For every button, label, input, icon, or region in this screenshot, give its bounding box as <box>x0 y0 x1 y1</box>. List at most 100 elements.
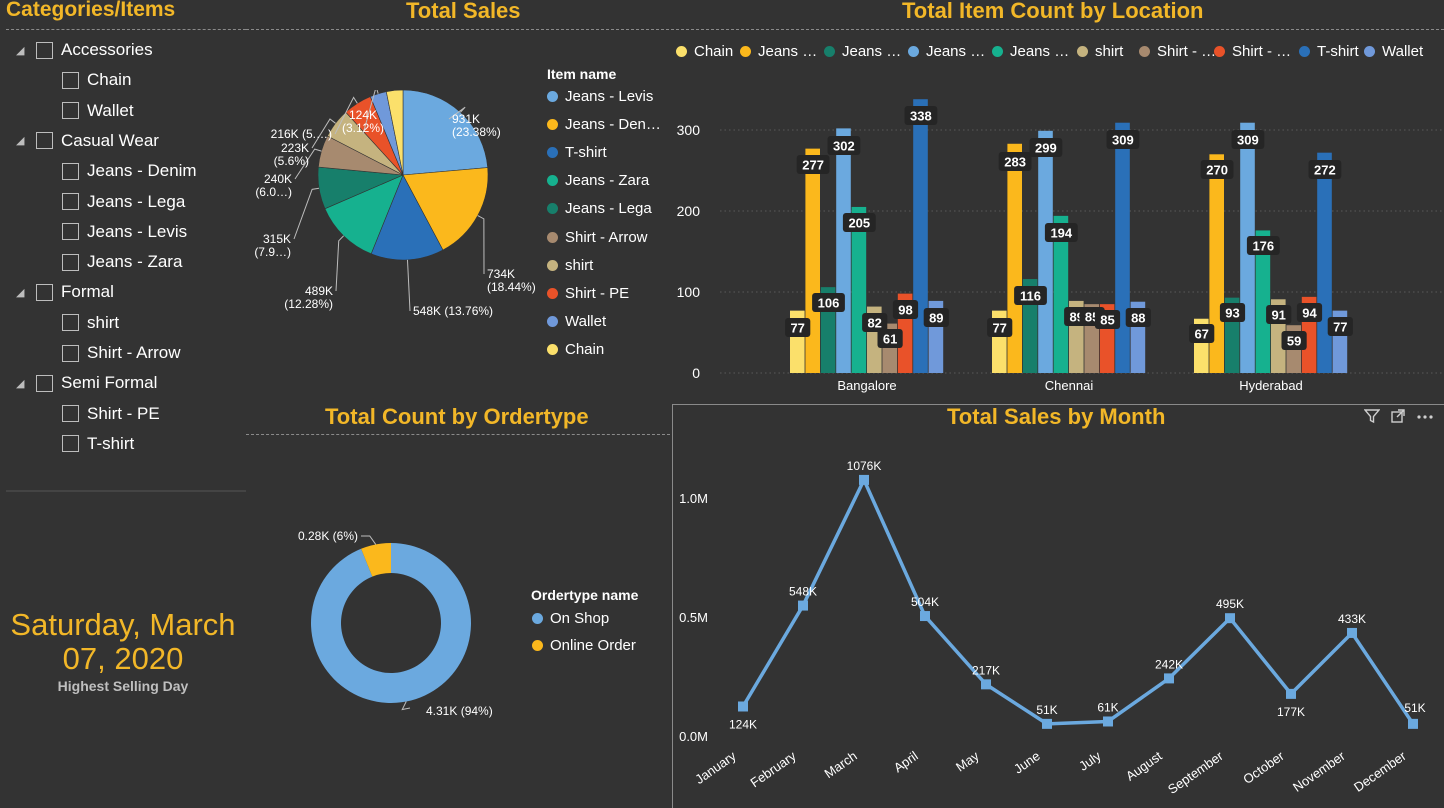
legend-label: Jeans - Lega <box>565 200 652 218</box>
bar-bangalore-jeans-levis <box>836 128 851 373</box>
legend-item-jeans-lega[interactable]: Jeans - Lega <box>547 200 652 217</box>
bar-data-label: 277 <box>802 158 824 173</box>
slicer-item-label: Shirt - Arrow <box>87 343 181 362</box>
line-x-tick-label: September <box>1165 748 1226 797</box>
line-marker-september <box>1225 613 1235 624</box>
legend-item-wallet[interactable]: Wallet <box>1364 43 1423 60</box>
legend-label: T-shirt <box>1317 43 1359 60</box>
checkbox[interactable] <box>36 132 53 150</box>
slicer-group-semi-formal[interactable]: ◢ Semi Formal <box>16 371 157 395</box>
line-y-tick-label: 0.5M <box>679 610 708 625</box>
legend-item-jeans[interactable]: Jeans … <box>740 43 817 60</box>
legend-marker <box>547 147 558 159</box>
legend-item-shirt-arrow[interactable]: Shirt - Arrow <box>547 229 648 246</box>
slicer-item-shirt-pe[interactable]: Shirt - PE <box>62 402 160 426</box>
legend-marker <box>532 640 543 651</box>
legend-marker <box>740 46 751 57</box>
checkbox[interactable] <box>62 102 79 120</box>
checkbox[interactable] <box>62 162 79 180</box>
bar-data-label: 176 <box>1252 239 1274 254</box>
bar-data-label: 116 <box>1020 289 1041 304</box>
checkbox[interactable] <box>62 193 79 210</box>
legend-label: Jeans … <box>842 43 902 60</box>
legend-marker <box>992 46 1003 57</box>
legend-item-wallet[interactable]: Wallet <box>547 313 606 330</box>
slicer-item-jeans-denim[interactable]: Jeans - Denim <box>62 159 197 183</box>
bar-data-label: 338 <box>910 109 932 124</box>
line-x-tick-label: June <box>1011 748 1043 776</box>
checkbox[interactable] <box>62 314 79 332</box>
legend-item-jeans-levis[interactable]: Jeans - Levis <box>547 88 653 105</box>
checkbox[interactable] <box>36 283 53 301</box>
slicer-item-t-shirt[interactable]: T-shirt <box>62 432 134 456</box>
slicer-group-casual-wear[interactable]: ◢ Casual Wear <box>16 129 159 153</box>
slicer-group-formal[interactable]: ◢ Formal <box>16 280 114 304</box>
checkbox[interactable] <box>36 374 53 392</box>
checkbox[interactable] <box>62 435 79 453</box>
donut-data-label: 4.31K (94%) <box>426 704 493 718</box>
expand-collapse-icon[interactable]: ◢ <box>16 286 28 299</box>
bar-chennai-jeans-levis <box>1038 130 1053 373</box>
legend-item-shirt-pe[interactable]: Shirt - PE <box>547 285 629 302</box>
line-title: Total Sales by Month <box>947 404 1166 429</box>
slicer-item-jeans-zara[interactable]: Jeans - Zara <box>62 250 182 274</box>
legend-item-jeans-den[interactable]: Jeans - Den… <box>547 116 661 133</box>
legend-item-shirt[interactable]: Shirt - … <box>1214 43 1291 60</box>
legend-item-chain[interactable]: Chain <box>676 43 733 60</box>
bar-data-label: 272 <box>1314 163 1336 178</box>
slicer-item-chain[interactable]: Chain <box>62 68 131 92</box>
more-options-icon[interactable] <box>1416 408 1434 428</box>
legend-item-shirt[interactable]: Shirt - … <box>1139 43 1216 60</box>
expand-collapse-icon[interactable]: ◢ <box>16 134 28 147</box>
bar-y-tick-label: 100 <box>677 284 701 300</box>
legend-item-jeans[interactable]: Jeans … <box>908 43 985 60</box>
card-date-line1: Saturday, March <box>10 607 236 642</box>
checkbox[interactable] <box>62 344 79 362</box>
line-x-tick-label: January <box>692 748 739 787</box>
slicer-group-label: Formal <box>61 282 114 302</box>
legend-marker <box>547 287 558 299</box>
checkbox[interactable] <box>62 253 79 271</box>
slicer-item-jeans-levis[interactable]: Jeans - Levis <box>62 220 187 244</box>
legend-item-jeans-zara[interactable]: Jeans - Zara <box>547 172 649 189</box>
line-marker-march <box>859 474 869 485</box>
legend-marker <box>1299 46 1310 57</box>
legend-item-jeans[interactable]: Jeans … <box>992 43 1069 60</box>
checkbox[interactable] <box>62 405 79 423</box>
line-x-tick-label: March <box>822 748 860 781</box>
checkbox[interactable] <box>62 71 79 89</box>
expand-collapse-icon[interactable]: ◢ <box>16 44 28 57</box>
line-marker-december <box>1408 718 1418 729</box>
legend-label: Jeans … <box>1010 43 1070 60</box>
focus-mode-icon[interactable] <box>1390 408 1406 428</box>
legend-marker <box>1214 46 1225 57</box>
donut-legend-title: Ordertype name <box>531 587 639 603</box>
slicer-item-wallet[interactable]: Wallet <box>62 99 134 123</box>
legend-item-on-shop[interactable]: On Shop <box>532 610 609 627</box>
slicer-group-accessories[interactable]: ◢ Accessories <box>16 38 153 62</box>
legend-item-shirt[interactable]: shirt <box>1077 43 1123 60</box>
slicer-item-shirt-arrow[interactable]: Shirt - Arrow <box>62 341 181 365</box>
expand-collapse-icon[interactable]: ◢ <box>16 377 28 390</box>
bar-title: Total Item Count by Location <box>902 0 1204 23</box>
slicer-item-shirt[interactable]: shirt <box>62 311 119 335</box>
checkbox[interactable] <box>62 223 79 241</box>
pie-leader-line <box>293 187 320 240</box>
filter-icon[interactable] <box>1363 408 1381 428</box>
legend-item-shirt[interactable]: shirt <box>547 257 593 274</box>
legend-item-t-shirt[interactable]: T-shirt <box>1299 43 1359 60</box>
bar-data-label: 59 <box>1287 334 1301 349</box>
legend-item-jeans[interactable]: Jeans … <box>824 43 901 60</box>
bar-data-label: 302 <box>833 139 855 154</box>
legend-item-t-shirt[interactable]: T-shirt <box>547 144 607 161</box>
line-data-label: 242K <box>1155 657 1183 671</box>
slicer-bottom-border <box>6 490 246 492</box>
slicer-item-jeans-lega[interactable]: Jeans - Lega <box>62 190 185 214</box>
pie-legend-title: Item name <box>547 66 617 82</box>
legend-item-online-order[interactable]: Online Order <box>532 637 636 654</box>
legend-marker <box>1139 46 1150 57</box>
slicer-item-label: Jeans - Levis <box>87 221 188 241</box>
line-x-tick-label: October <box>1240 748 1287 787</box>
legend-item-chain[interactable]: Chain <box>547 341 604 358</box>
checkbox[interactable] <box>36 41 53 59</box>
